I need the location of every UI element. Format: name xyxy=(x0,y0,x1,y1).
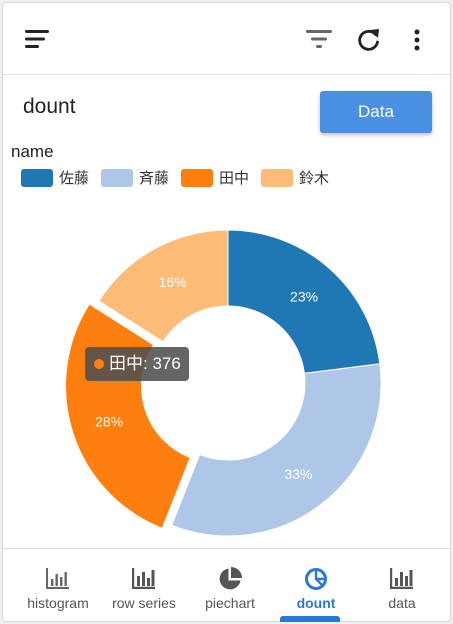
legend-label: 斉藤 xyxy=(139,170,170,187)
tooltip: 田中: 376 xyxy=(85,347,189,381)
donut-chart-icon xyxy=(305,568,327,590)
legend-label: 田中 xyxy=(219,170,250,187)
legend-item[interactable]: 佐藤 xyxy=(21,167,89,188)
legend-swatch xyxy=(101,168,134,187)
data-button[interactable]: Data xyxy=(320,91,432,133)
nav-item-data[interactable]: data xyxy=(359,549,445,621)
legend-item[interactable]: 鈴木 xyxy=(261,167,329,188)
legend-item[interactable]: 斉藤 xyxy=(101,167,169,188)
bar-chart-icon xyxy=(46,568,69,589)
bar-chart-icon xyxy=(132,568,155,589)
donut-slice[interactable] xyxy=(171,363,382,537)
slice-label: 33% xyxy=(284,466,312,482)
nav-label: row series xyxy=(112,595,176,611)
more-vert-icon[interactable] xyxy=(413,28,421,52)
legend-label: 鈴木 xyxy=(299,170,330,187)
slice-label: 16% xyxy=(159,274,187,290)
nav-label: histogram xyxy=(27,595,89,611)
nav-item-row-series[interactable]: row series xyxy=(101,549,187,621)
tooltip-text: 田中: 376 xyxy=(109,354,181,373)
nav-label: dount xyxy=(296,595,336,611)
refresh-icon[interactable] xyxy=(356,27,382,53)
app-card: dount Data name 佐藤 斉藤 田中 鈴木 23% 33% 28% 16%… xyxy=(2,2,451,622)
menu-icon[interactable] xyxy=(25,29,51,49)
nav-label: piechart xyxy=(205,595,255,611)
legend-item[interactable]: 田中 xyxy=(181,167,249,188)
filter-icon[interactable] xyxy=(306,29,332,49)
pie-chart-icon xyxy=(219,567,242,590)
legend-swatch xyxy=(261,168,294,187)
donut-slice[interactable] xyxy=(65,303,191,529)
active-tab-indicator xyxy=(280,616,340,622)
nav-item-piechart[interactable]: piechart xyxy=(187,549,273,621)
legend-title: name xyxy=(11,142,54,161)
bar-chart-icon xyxy=(390,568,413,589)
legend-swatch xyxy=(181,168,214,187)
legend-swatch xyxy=(21,168,53,187)
legend: 佐藤 斉藤 田中 鈴木 xyxy=(21,167,341,188)
donut-chart: 23% 33% 28% 16% xyxy=(65,229,382,537)
slice-label: 23% xyxy=(290,289,318,305)
legend-label: 佐藤 xyxy=(59,170,90,187)
nav-label: data xyxy=(388,595,416,611)
tooltip-dot xyxy=(94,359,104,369)
nav-item-histogram[interactable]: histogram xyxy=(15,549,101,621)
bottom-nav: histogram row series piechart dount data xyxy=(3,548,450,621)
page-title: dount xyxy=(23,95,76,118)
app-bar xyxy=(3,3,450,75)
nav-item-dount[interactable]: dount xyxy=(273,549,359,621)
slice-label: 28% xyxy=(95,414,123,430)
